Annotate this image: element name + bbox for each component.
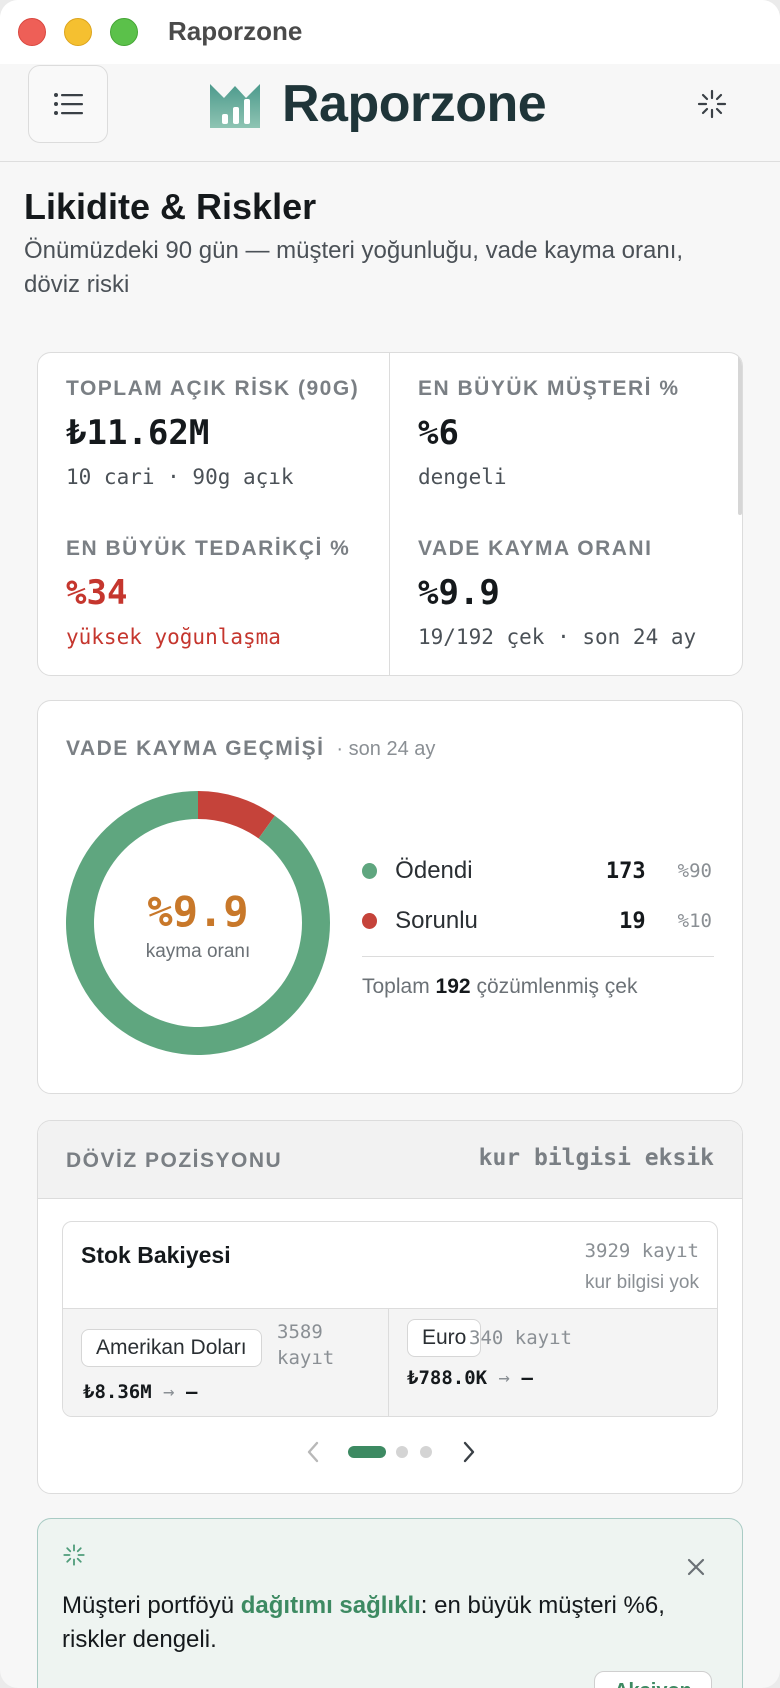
insight-highlight: dağıtımı sağlıklı: [240, 1592, 421, 1619]
insight-action-button[interactable]: Aksiyon: [594, 1671, 712, 1688]
title-bar: Raporzone: [0, 0, 780, 64]
chevron-left-icon[interactable]: [306, 1441, 320, 1463]
kpi-top-supplier: EN BÜYÜK TEDARİKÇİ % %34 yüksek yoğunlaş…: [66, 537, 406, 649]
kpi-value: %9.9: [418, 573, 500, 613]
close-icon[interactable]: [686, 1557, 706, 1577]
kpi-value: %6: [418, 413, 459, 453]
donut-center-value: %9.9: [147, 887, 249, 936]
close-window-button[interactable]: [18, 18, 46, 46]
currency-pill-usd[interactable]: Amerikan Doları: [81, 1329, 262, 1367]
pager-dot-active[interactable]: [348, 1446, 386, 1458]
insight-prefix: Müşteri portföyü: [62, 1592, 241, 1619]
currency-try-value: ₺788.0K: [407, 1367, 488, 1389]
legend-divider: [362, 956, 714, 957]
donut-slice-sorunlu: [198, 791, 275, 839]
currency-divider: [388, 1309, 389, 1416]
minimize-window-button[interactable]: [64, 18, 92, 46]
kpi-open-risk: TOPLAM AÇIK RİSK (90G) ₺11.62M 10 cari ·…: [66, 377, 406, 489]
total-prefix: Toplam: [362, 975, 430, 998]
legend-pct: %10: [677, 910, 712, 932]
insight-text: Müşteri portföyü dağıtımı sağlıklı: en b…: [62, 1589, 722, 1657]
section-sublabel: · son 24 ay: [336, 738, 436, 760]
ai-assistant-button[interactable]: [696, 88, 728, 120]
app-window: Raporzone Raporzone Likidite & Riskler Ö…: [0, 0, 780, 1688]
maximize-window-button[interactable]: [110, 18, 138, 46]
kpi-label: VADE KAYMA ORANI: [418, 537, 653, 560]
stock-balance-panel[interactable]: Stok Bakiyesi 3929 kayıt kur bilgisi yok…: [62, 1221, 718, 1417]
section-label: VADE KAYMA GEÇMİŞİ: [66, 737, 325, 760]
stock-title: Stok Bakiyesi: [81, 1242, 231, 1268]
currency-breakdown: Amerikan Doları 3589 kayıt ₺8.36M → — Eu…: [63, 1308, 717, 1416]
legend-total: Toplam 192 çözümlenmiş çek: [362, 975, 638, 999]
currency-try-value: ₺8.36M: [83, 1381, 152, 1403]
currency-count: 3589 kayıt: [277, 1321, 335, 1369]
sparkle-icon: [63, 1544, 85, 1566]
kpi-value: %34: [66, 573, 128, 613]
donut-center-label: kayma oranı: [145, 941, 251, 962]
kpi-card: TOPLAM AÇIK RİSK (90G) ₺11.62M 10 cari ·…: [37, 352, 743, 676]
stock-count: 3929 kayıt: [584, 1240, 699, 1262]
fx-warning: kur bilgisi eksik: [478, 1145, 714, 1171]
kpi-label: EN BÜYÜK MÜŞTERİ %: [418, 377, 680, 400]
legend-count: 19: [619, 908, 646, 934]
currency-count: 340 kayıt: [469, 1327, 572, 1349]
pager-dot[interactable]: [396, 1446, 408, 1458]
app-header: Raporzone: [0, 64, 780, 162]
legend-dot: [362, 913, 378, 929]
menu-icon: [54, 93, 83, 115]
section-label: DÖVİZ POZİSYONU: [66, 1149, 283, 1172]
section-header: VADE KAYMA GEÇMİŞİ · son 24 ay: [66, 737, 435, 761]
currency-fx-value: —: [186, 1381, 198, 1403]
kpi-note: 19/192 çek · son 24 ay: [418, 625, 697, 649]
kpi-value: ₺11.62M: [66, 413, 210, 453]
brand-name: Raporzone: [282, 75, 547, 133]
page-title: Likidite & Riskler: [24, 186, 317, 227]
kpi-note: dengeli: [418, 465, 507, 489]
fx-position-card: DÖVİZ POZİSYONU kur bilgisi eksik Stok B…: [37, 1120, 743, 1494]
carousel-pager: [38, 1437, 742, 1467]
legend-item-paid: Ödendi 173 %90: [362, 851, 712, 891]
legend-name: Sorunlu: [395, 907, 478, 934]
total-suffix: çözümlenmiş çek: [476, 975, 638, 998]
insight-card: Müşteri portföyü dağıtımı sağlıklı: en b…: [37, 1518, 743, 1688]
legend-dot: [362, 863, 378, 879]
currency-value: ₺8.36M → —: [83, 1381, 197, 1403]
arrow-icon: →: [498, 1367, 510, 1389]
kpi-label: EN BÜYÜK TEDARİKÇİ %: [66, 537, 351, 560]
currency-fx-value: —: [521, 1367, 533, 1389]
window-title: Raporzone: [168, 16, 303, 46]
legend-count: 173: [605, 858, 646, 884]
stock-note: kur bilgisi yok: [584, 1272, 699, 1293]
slip-history-card: VADE KAYMA GEÇMİŞİ · son 24 ay %9.9 kaym…: [37, 700, 743, 1094]
legend-item-problem: Sorunlu 19 %10: [362, 901, 712, 941]
page-subtitle: Önümüzdeki 90 gün — müşteri yoğunluğu, v…: [24, 237, 684, 298]
total-value: 192: [435, 975, 471, 998]
currency-value: ₺788.0K → —: [407, 1367, 533, 1389]
arrow-icon: →: [163, 1381, 175, 1403]
kpi-note: 10 cari · 90g açık: [66, 465, 294, 489]
pager-dot[interactable]: [420, 1446, 432, 1458]
sparkle-icon: [697, 89, 727, 119]
chevron-right-icon[interactable]: [462, 1441, 476, 1463]
menu-button[interactable]: [28, 65, 108, 143]
kpi-slip-rate: VADE KAYMA ORANI %9.9 19/192 çek · son 2…: [418, 537, 742, 649]
kpi-label: TOPLAM AÇIK RİSK (90G): [66, 377, 360, 400]
kpi-top-customer: EN BÜYÜK MÜŞTERİ % %6 dengeli: [418, 377, 742, 489]
legend-name: Ödendi: [395, 857, 473, 884]
fx-header: DÖVİZ POZİSYONU kur bilgisi eksik: [38, 1121, 742, 1199]
kpi-note: yüksek yoğunlaşma: [66, 625, 281, 649]
bar-chart-logo-icon: [210, 84, 260, 128]
legend-pct: %90: [677, 860, 712, 882]
brand: Raporzone: [208, 74, 547, 134]
